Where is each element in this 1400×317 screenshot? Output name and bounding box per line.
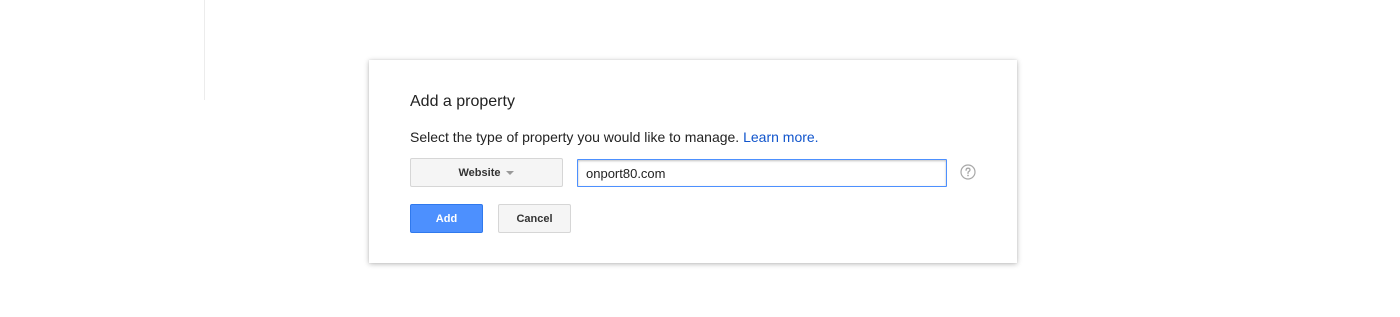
property-url-input[interactable] <box>577 159 947 187</box>
add-button[interactable]: Add <box>410 204 483 233</box>
chevron-down-icon <box>506 171 515 175</box>
page: Add a property Select the type of proper… <box>0 0 1400 317</box>
instructions-text: Select the type of property you would li… <box>410 129 740 145</box>
add-property-dialog: Add a property Select the type of proper… <box>369 60 1017 263</box>
learn-more-link[interactable]: Learn more. <box>743 129 818 145</box>
dialog-title: Add a property <box>410 93 515 110</box>
property-type-dropdown[interactable]: Website <box>410 158 563 187</box>
help-circle-icon[interactable] <box>960 164 976 180</box>
cancel-button[interactable]: Cancel <box>498 204 571 233</box>
dialog-instructions: Select the type of property you would li… <box>410 129 819 145</box>
property-type-value: Website <box>458 166 501 179</box>
divider <box>204 0 205 100</box>
